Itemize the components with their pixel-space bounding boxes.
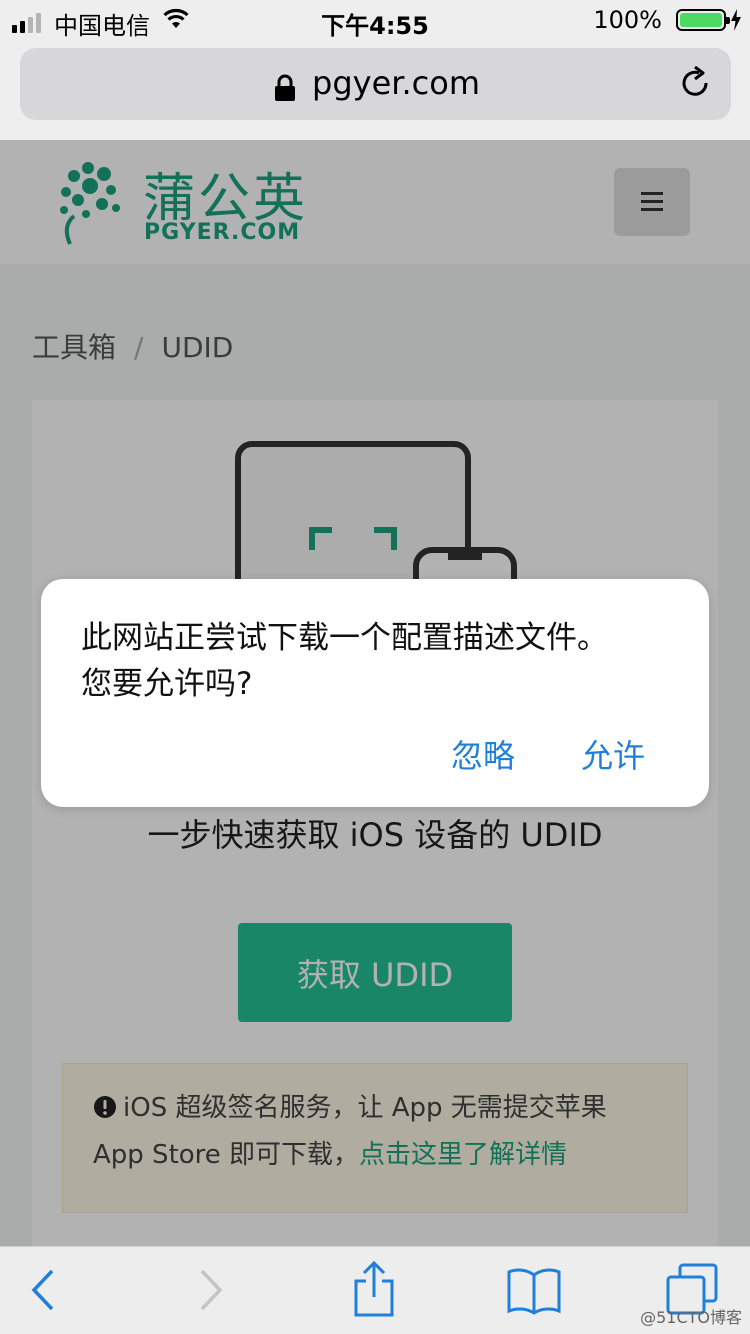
- allow-button[interactable]: 允许: [581, 731, 645, 777]
- alert-message: 此网站正尝试下载一个配置描述文件。 您要允许吗?: [81, 615, 681, 707]
- battery-percent: 100%: [593, 6, 662, 34]
- alert-message-line2: 您要允许吗?: [81, 666, 253, 702]
- browser-toolbar: [0, 1246, 750, 1334]
- share-icon[interactable]: [352, 1260, 396, 1321]
- address-bar[interactable]: pgyer.com: [20, 48, 731, 120]
- battery-icon: [676, 9, 730, 31]
- ignore-button[interactable]: 忽略: [451, 731, 515, 777]
- watermark: @51CTO博客: [640, 1308, 742, 1327]
- download-profile-alert: 此网站正尝试下载一个配置描述文件。 您要允许吗? 忽略 允许: [41, 579, 709, 807]
- status-bar: 中国电信 下午4:55 100%: [0, 0, 750, 40]
- lock-icon: [274, 74, 296, 106]
- alert-message-line1: 此网站正尝试下载一个配置描述文件。: [81, 620, 608, 656]
- reload-icon[interactable]: [679, 65, 713, 106]
- url-text[interactable]: pgyer.com: [312, 64, 480, 102]
- forward-icon[interactable]: [198, 1269, 224, 1315]
- bookmarks-icon[interactable]: [506, 1267, 562, 1319]
- browser-header: pgyer.com: [0, 40, 750, 140]
- charging-icon: [730, 9, 742, 35]
- back-icon[interactable]: [30, 1269, 56, 1315]
